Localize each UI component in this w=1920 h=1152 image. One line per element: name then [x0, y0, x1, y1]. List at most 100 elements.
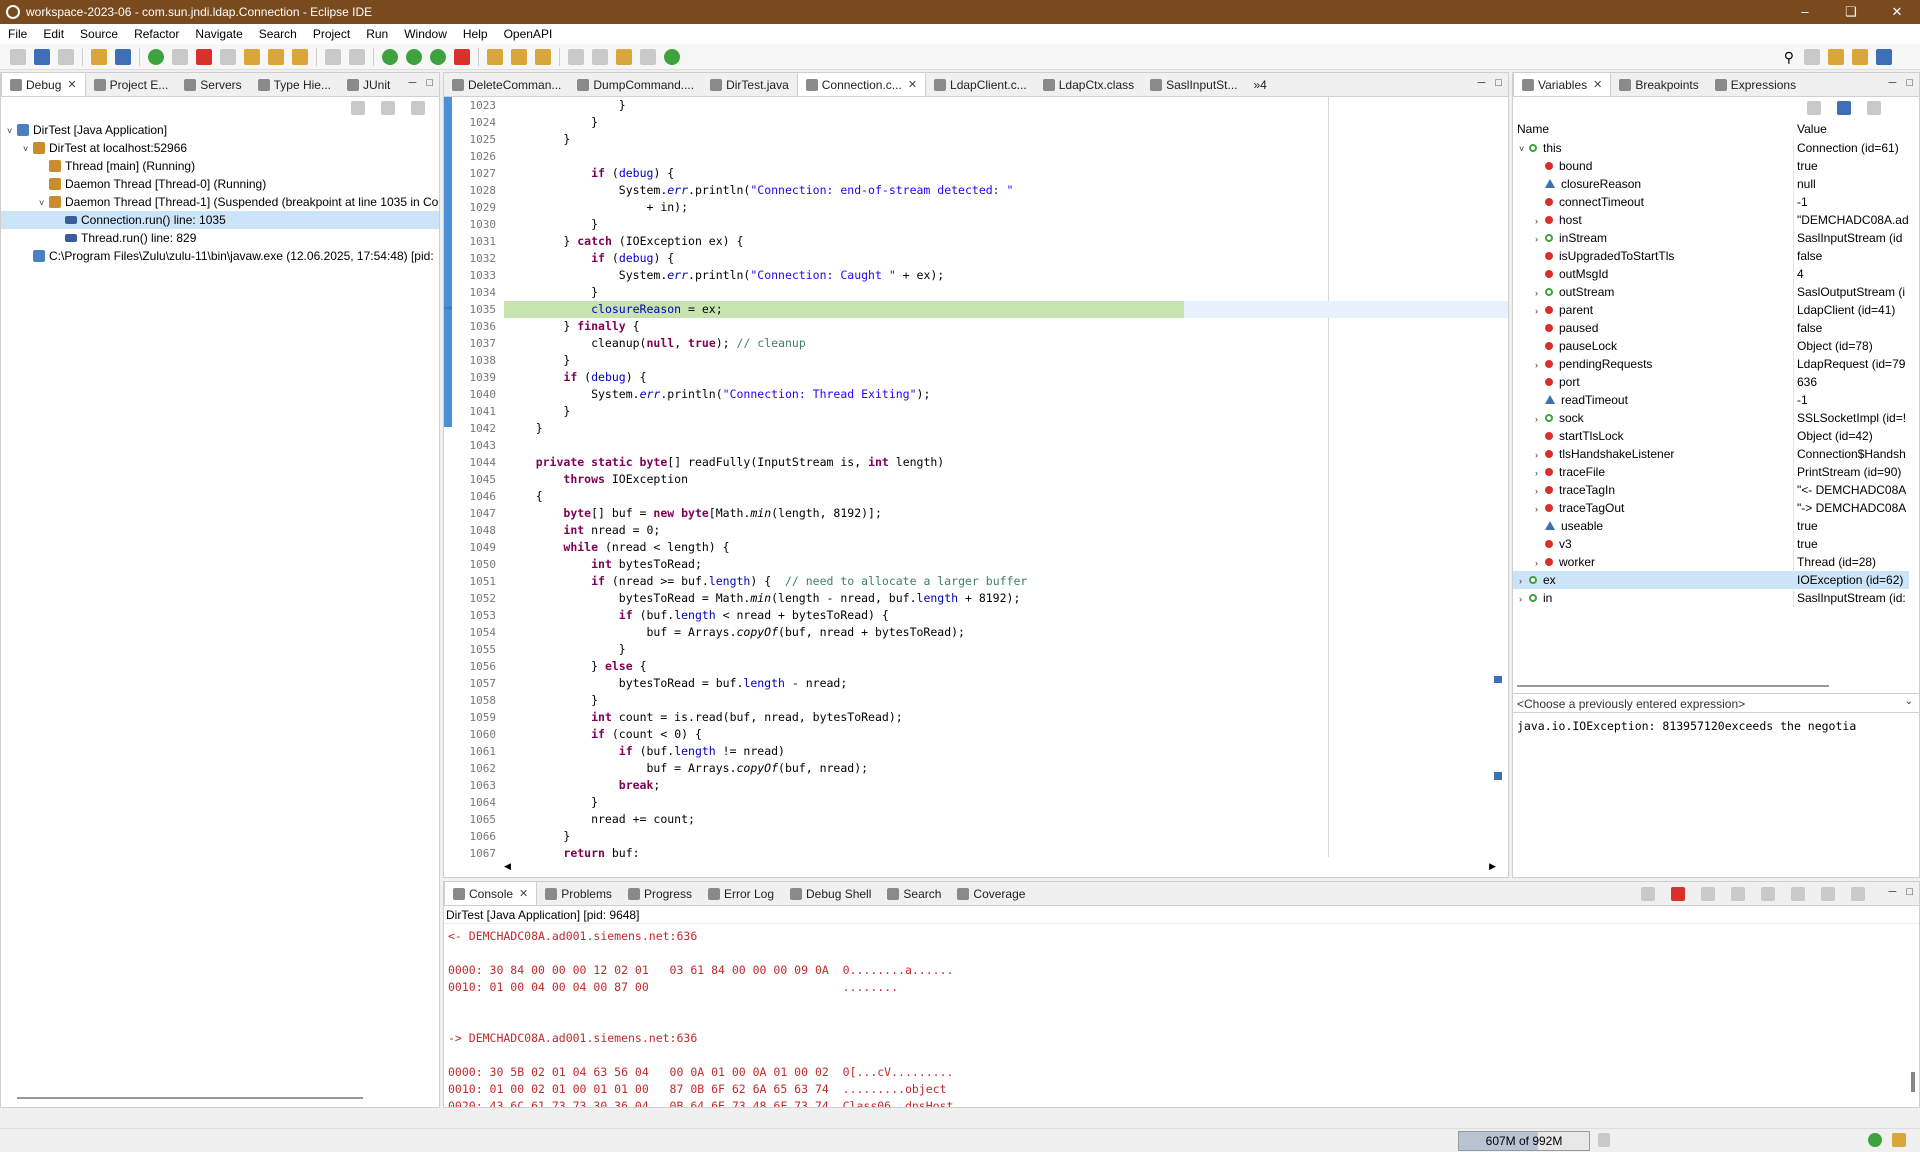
debug-tree-item[interactable]: ˅ DirTest [Java Application]: [1, 121, 439, 139]
word-wrap-icon[interactable]: [1791, 887, 1805, 901]
search-toolbar-icon[interactable]: [535, 48, 551, 65]
tree-expand-icon[interactable]: ›: [1535, 230, 1545, 248]
collapse-variables-icon[interactable]: [1867, 101, 1881, 115]
skip-breakpoints-icon[interactable]: [91, 48, 107, 65]
step-into-icon[interactable]: [244, 48, 260, 65]
editor-tab[interactable]: Connection.c... ✕: [796, 72, 927, 96]
tree-expand-icon[interactable]: ›: [1535, 464, 1545, 482]
menu-item-search[interactable]: Search: [251, 27, 305, 41]
save-all-icon[interactable]: [58, 48, 74, 65]
variable-row[interactable]: › pendingRequests LdapRequest (id=79: [1513, 355, 1909, 373]
close-tab-icon[interactable]: ✕: [1593, 78, 1602, 91]
variable-row[interactable]: closureReason null: [1513, 175, 1909, 193]
remove-launch-icon[interactable]: [1641, 887, 1655, 901]
disconnect-icon[interactable]: [220, 48, 236, 65]
variable-row[interactable]: › traceTagOut "-> DEMCHADC08A: [1513, 499, 1909, 517]
maximize-button[interactable]: ❏: [1828, 0, 1874, 24]
step-return-icon[interactable]: [292, 48, 308, 65]
variable-row[interactable]: › in SaslInputStream (id:: [1513, 589, 1909, 607]
menu-item-file[interactable]: File: [0, 27, 35, 41]
minimize-variables-icon[interactable]: ─: [1889, 77, 1897, 89]
minimize-editor-icon[interactable]: ─: [1478, 77, 1486, 89]
tree-expand-icon[interactable]: ›: [1535, 500, 1545, 518]
show-type-names-icon[interactable]: [1807, 101, 1821, 115]
variable-row[interactable]: outMsgId 4: [1513, 265, 1909, 283]
variable-row[interactable]: isUpgradedToStartTls false: [1513, 247, 1909, 265]
debug-view-tab[interactable]: Servers: [176, 74, 249, 96]
variable-row[interactable]: bound true: [1513, 157, 1909, 175]
resume-icon[interactable]: [148, 48, 164, 65]
next-annotation-icon[interactable]: [568, 48, 584, 65]
open-task-icon[interactable]: [511, 48, 527, 65]
console-view-tab[interactable]: Console ✕: [444, 881, 538, 905]
editor-tab[interactable]: SaslInputSt...: [1142, 74, 1245, 96]
coverage-icon[interactable]: [430, 48, 446, 65]
show-logical-structure-icon[interactable]: [1837, 101, 1851, 115]
menu-item-refactor[interactable]: Refactor: [126, 27, 187, 41]
run-icon[interactable]: [406, 48, 422, 65]
chevron-down-icon[interactable]: ⌄: [1905, 696, 1913, 707]
debug-tree-item[interactable]: Daemon Thread [Thread-0] (Running): [1, 175, 439, 193]
collapse-all-icon[interactable]: [351, 101, 365, 115]
debug-view-tab[interactable]: Type Hie...: [250, 74, 339, 96]
console-view-tab[interactable]: Debug Shell: [782, 883, 879, 905]
horizontal-scrollbar[interactable]: [17, 1097, 363, 1099]
variable-row[interactable]: connectTimeout -1: [1513, 193, 1909, 211]
suspend-icon[interactable]: [172, 48, 188, 65]
maximize-editor-icon[interactable]: □: [1495, 77, 1502, 89]
variable-row[interactable]: pauseLock Object (id=78): [1513, 337, 1909, 355]
new-icon[interactable]: [10, 48, 26, 65]
tree-expand-icon[interactable]: ˅: [7, 122, 17, 140]
update-icon[interactable]: [1868, 1133, 1882, 1147]
minimize-button[interactable]: –: [1782, 0, 1828, 24]
menu-item-window[interactable]: Window: [396, 27, 455, 41]
overview-ruler-mark[interactable]: [1494, 676, 1502, 683]
back-icon[interactable]: [616, 48, 632, 65]
variable-row[interactable]: › inStream SaslInputStream (id: [1513, 229, 1909, 247]
tree-expand-icon[interactable]: ›: [1535, 284, 1545, 302]
value-column-header[interactable]: Value: [1797, 122, 1827, 136]
variable-row[interactable]: › traceFile PrintStream (id=90): [1513, 463, 1909, 481]
variables-view-tab[interactable]: Breakpoints: [1611, 74, 1706, 96]
variable-row[interactable]: paused false: [1513, 319, 1909, 337]
debug-perspective-icon[interactable]: [1876, 49, 1892, 65]
variable-row[interactable]: useable true: [1513, 517, 1909, 535]
debug-tree-item[interactable]: ˅ Daemon Thread [Thread-1] (Suspended (br…: [1, 193, 439, 211]
variable-row[interactable]: readTimeout -1: [1513, 391, 1909, 409]
display-console-icon[interactable]: [1851, 887, 1865, 901]
debug-icon[interactable]: [382, 48, 398, 65]
minimize-view-icon[interactable]: ─: [409, 77, 417, 89]
save-icon[interactable]: [34, 48, 50, 65]
clear-console-icon[interactable]: [1731, 887, 1745, 901]
tree-expand-icon[interactable]: ›: [1535, 554, 1545, 572]
tree-expand-icon[interactable]: ˅: [1519, 140, 1529, 158]
variable-row[interactable]: › worker Thread (id=28): [1513, 553, 1909, 571]
console-view-tab[interactable]: Coverage: [949, 883, 1033, 905]
remove-terminated-icon[interactable]: [381, 101, 395, 115]
tree-expand-icon[interactable]: ›: [1535, 356, 1545, 374]
java-perspective-icon[interactable]: [1828, 49, 1844, 65]
terminal-icon[interactable]: [115, 48, 131, 65]
expression-history-combo[interactable]: <Choose a previously entered expression>…: [1513, 693, 1919, 713]
menu-item-openapi[interactable]: OpenAPI: [496, 27, 561, 41]
tree-expand-icon[interactable]: ›: [1535, 446, 1545, 464]
menu-item-edit[interactable]: Edit: [35, 27, 72, 41]
variable-row[interactable]: v3 true: [1513, 535, 1909, 553]
variables-view-tab[interactable]: Variables ✕: [1513, 72, 1612, 96]
tree-expand-icon[interactable]: ›: [1535, 212, 1545, 230]
console-view-tab[interactable]: Problems: [537, 883, 620, 905]
tree-expand-icon[interactable]: ˅: [23, 140, 33, 158]
close-button[interactable]: ✕: [1874, 0, 1920, 24]
heap-status[interactable]: 607M of 992M: [1458, 1131, 1590, 1151]
overview-ruler-mark[interactable]: [1494, 772, 1502, 780]
tree-expand-icon[interactable]: ›: [1535, 482, 1545, 500]
debug-tree-item[interactable]: ˅ DirTest at localhost:52966: [1, 139, 439, 157]
menu-item-navigate[interactable]: Navigate: [187, 27, 250, 41]
console-terminate-icon[interactable]: [1671, 887, 1685, 901]
variable-row[interactable]: startTlsLock Object (id=42): [1513, 427, 1909, 445]
drop-to-frame-icon[interactable]: [325, 48, 341, 65]
variable-row[interactable]: port 636: [1513, 373, 1909, 391]
console-view-tab[interactable]: Error Log: [700, 883, 782, 905]
close-tab-icon[interactable]: ✕: [67, 78, 76, 91]
debug-tree-item[interactable]: Thread [main] (Running): [1, 157, 439, 175]
